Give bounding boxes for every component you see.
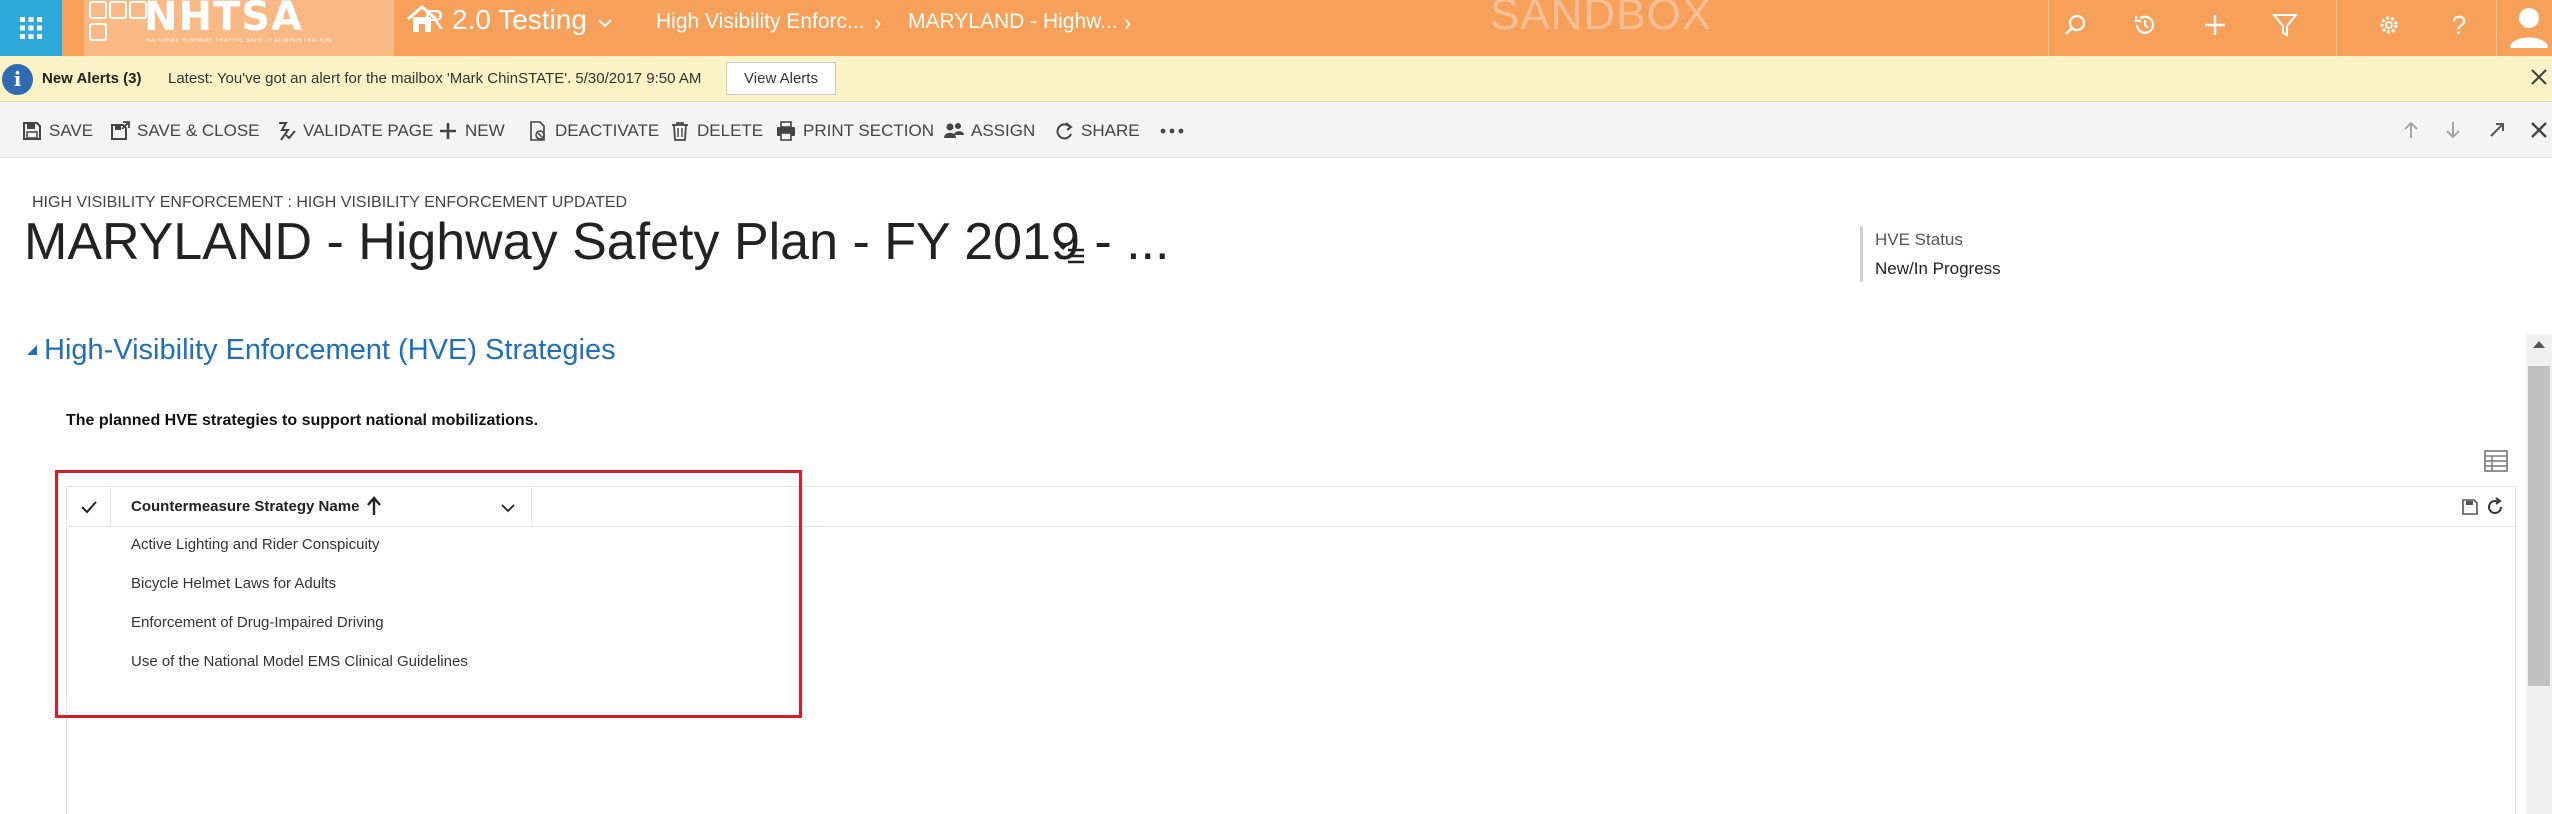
save-button[interactable]: SAVE (22, 118, 93, 144)
alert-title: New Alerts (3) (42, 70, 142, 87)
nav-divider (2336, 0, 2337, 56)
environment-name[interactable]: R 2.0 Testing (424, 4, 587, 36)
filter-icon[interactable] (2270, 10, 2300, 40)
previous-record-icon[interactable] (2398, 117, 2424, 143)
delete-label: DELETE (697, 121, 764, 140)
history-icon[interactable] (2130, 10, 2160, 40)
save-close-icon (111, 121, 130, 140)
nav-divider (2496, 0, 2497, 56)
sandbox-watermark: SANDBOX (1490, 0, 1713, 39)
logo-text: NHTSA (144, 0, 304, 40)
validate-page-button[interactable]: VALIDATE PAGE (276, 118, 433, 144)
breadcrumb-separator-icon: › (1124, 10, 1132, 35)
print-section-label: PRINT SECTION (803, 121, 934, 140)
grid-view-icon[interactable] (2484, 450, 2508, 472)
deactivate-icon (530, 121, 545, 141)
waffle-icon[interactable] (0, 0, 62, 56)
print-section-button[interactable]: PRINT SECTION (776, 118, 934, 144)
popout-icon[interactable] (2484, 117, 2510, 143)
breadcrumb-separator-icon: › (874, 10, 882, 35)
assign-button[interactable]: ASSIGN (944, 118, 1035, 144)
chevron-down-icon[interactable] (596, 14, 614, 32)
info-icon: i (2, 64, 33, 95)
view-alerts-button[interactable]: View Alerts (726, 62, 836, 95)
more-commands-button[interactable] (1160, 118, 1191, 144)
deactivate-button[interactable]: DEACTIVATE (528, 118, 659, 144)
collapse-triangle-icon[interactable] (26, 344, 38, 356)
close-icon[interactable] (2526, 117, 2552, 143)
logo-subtitle: NATIONAL HIGHWAY TRAFFIC SAFETY ADMINIST… (146, 38, 332, 44)
trash-icon (672, 122, 688, 141)
plus-icon (440, 123, 456, 139)
share-button[interactable]: SHARE (1054, 118, 1140, 144)
plus-icon[interactable] (2200, 10, 2230, 40)
close-icon[interactable] (2528, 66, 2550, 88)
search-icon[interactable] (2060, 10, 2090, 40)
hve-status-value: New/In Progress (1875, 259, 2001, 278)
form-selector-icon[interactable] (1058, 244, 1086, 266)
alert-notification-bar: i New Alerts (3) Latest: You've got an a… (0, 56, 2552, 102)
help-icon[interactable]: ? (2444, 10, 2474, 40)
highlight-annotation-box (55, 470, 802, 718)
save-close-label: SAVE & CLOSE (137, 121, 260, 140)
refresh-icon[interactable] (2485, 497, 2505, 517)
save-icon[interactable] (2461, 498, 2479, 516)
top-navigation-bar: NHTSA NATIONAL HIGHWAY TRAFFIC SAFETY AD… (0, 0, 2552, 56)
ellipsis-icon (1160, 128, 1184, 134)
alert-message: Latest: You've got an alert for the mail… (168, 70, 702, 87)
command-bar: SAVE SAVE & CLOSE VALIDATE PAGE NEW DEAC… (0, 103, 2552, 158)
new-label: NEW (465, 121, 505, 140)
next-record-icon[interactable] (2440, 117, 2466, 143)
validate-icon (279, 122, 296, 141)
delete-button[interactable]: DELETE (670, 118, 763, 144)
assign-label: ASSIGN (971, 121, 1036, 140)
save-close-button[interactable]: SAVE & CLOSE (110, 118, 260, 144)
entity-path: HIGH VISIBILITY ENFORCEMENT : HIGH VISIB… (32, 194, 628, 211)
hve-status-label: HVE Status (1875, 230, 1963, 249)
share-icon (1056, 122, 1073, 140)
new-button[interactable]: NEW (438, 118, 505, 144)
user-avatar-icon[interactable] (2506, 2, 2552, 52)
share-label: SHARE (1081, 121, 1140, 140)
breadcrumb-record[interactable]: MARYLAND - Highw... (908, 10, 1118, 34)
page-title: MARYLAND - Highway Safety Plan - FY 2019… (24, 213, 1170, 271)
scrollbar-thumb[interactable] (2528, 366, 2550, 686)
hve-status-field: HVE Status New/In Progress (1860, 226, 2010, 282)
nav-divider (2048, 0, 2049, 56)
save-label: SAVE (49, 121, 94, 140)
validate-page-label: VALIDATE PAGE (303, 121, 434, 140)
print-icon (777, 121, 795, 141)
deactivate-label: DEACTIVATE (555, 121, 660, 140)
section-description: The planned HVE strategies to support na… (66, 412, 539, 429)
assign-icon (944, 123, 964, 138)
gear-icon[interactable] (2374, 10, 2404, 40)
scroll-up-arrow-icon[interactable] (2531, 338, 2547, 350)
section-title[interactable]: High-Visibility Enforcement (HVE) Strate… (44, 334, 616, 367)
nhtsa-emblem-icon (88, 0, 150, 44)
save-icon (23, 122, 41, 140)
nhtsa-logo[interactable]: NHTSA NATIONAL HIGHWAY TRAFFIC SAFETY AD… (84, 0, 437, 56)
breadcrumb-entity[interactable]: High Visibility Enforc... (656, 10, 865, 34)
